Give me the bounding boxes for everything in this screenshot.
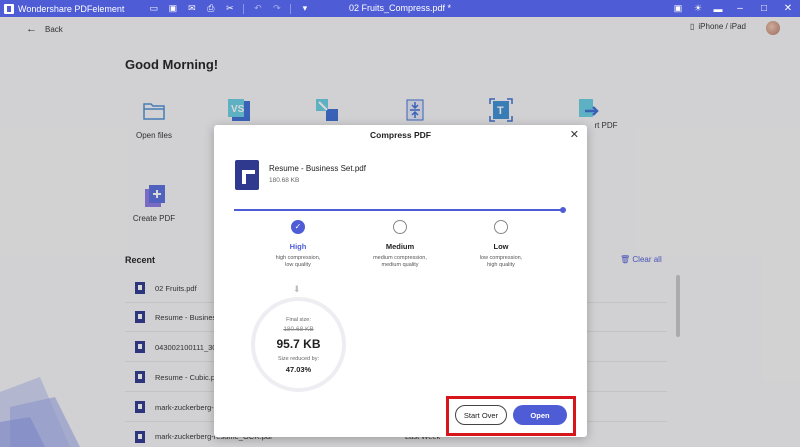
radio-high[interactable] [291,220,305,234]
window-controls: ▣ ☀ ▬ – □ ✕ [668,0,800,17]
compression-slider-handle[interactable] [560,207,566,213]
reduced-label: Size reduced by: [278,356,319,362]
option-medium[interactable]: Medium medium compression, medium quality [355,220,445,269]
maximize-button[interactable]: □ [752,0,776,17]
option-label: Medium [385,242,415,251]
app-name: Wondershare PDFelement [18,3,125,14]
start-over-button[interactable]: Start Over [455,405,507,425]
email-icon[interactable]: ✉ [182,0,201,17]
compression-slider-track[interactable] [234,209,564,211]
app-logo-icon [4,3,14,14]
option-high[interactable]: High high compression,low quality [253,220,343,269]
minimize-button[interactable]: – [728,0,752,17]
compress-pdf-dialog: Compress PDF ✕ Resume - Business Set.pdf… [214,125,587,437]
dialog-title: Compress PDF [370,130,431,140]
reduced-percentage: 47.03% [285,365,312,374]
option-description: low compression, high quality [479,255,523,268]
open-folder-icon[interactable]: ▭ [144,0,163,17]
down-arrow-icon: ⬇ [293,284,301,294]
close-icon[interactable]: ✕ [570,128,579,141]
option-description: high compression, low quality [275,255,321,268]
lock-icon[interactable]: ▬ [708,0,728,17]
toolbar-divider [290,3,292,14]
final-size-label: Final size: [286,317,311,323]
undo-icon[interactable]: ↶ [248,0,267,17]
save-icon[interactable]: ▣ [163,0,182,17]
redo-icon[interactable]: ↷ [267,0,286,17]
radio-low[interactable] [494,220,508,234]
title-bar: Wondershare PDFelement ▭ ▣ ✉ ⎙ ✂ ↶ ↷ ▾ 0… [0,0,800,17]
toolbar-divider [243,3,245,14]
compression-result: Final size: 180.68 KB 95.7 KB Size reduc… [251,297,346,392]
theme-sun-icon[interactable]: ☀ [688,0,708,17]
final-size-value: 95.7 KB [276,337,321,351]
close-window-button[interactable]: ✕ [776,0,800,17]
scissors-icon[interactable]: ✂ [220,0,239,17]
open-button[interactable]: Open [513,405,567,425]
original-size: 180.68 KB [283,326,314,333]
file-name: Resume - Business Set.pdf [269,164,366,173]
option-low[interactable]: Low low compression, high quality [456,220,546,269]
option-label: High [289,242,307,251]
option-label: Low [493,242,509,251]
gift-icon[interactable]: ▣ [668,0,688,17]
pdf-file-icon [235,160,259,190]
radio-medium[interactable] [393,220,407,234]
customize-dropdown-icon[interactable]: ▾ [295,0,314,17]
option-description: medium compression, medium quality [373,255,427,268]
quick-toolbar: ▭ ▣ ✉ ⎙ ✂ ↶ ↷ ▾ [144,0,314,17]
print-icon[interactable]: ⎙ [201,0,220,17]
file-size: 180.68 KB [269,177,300,184]
